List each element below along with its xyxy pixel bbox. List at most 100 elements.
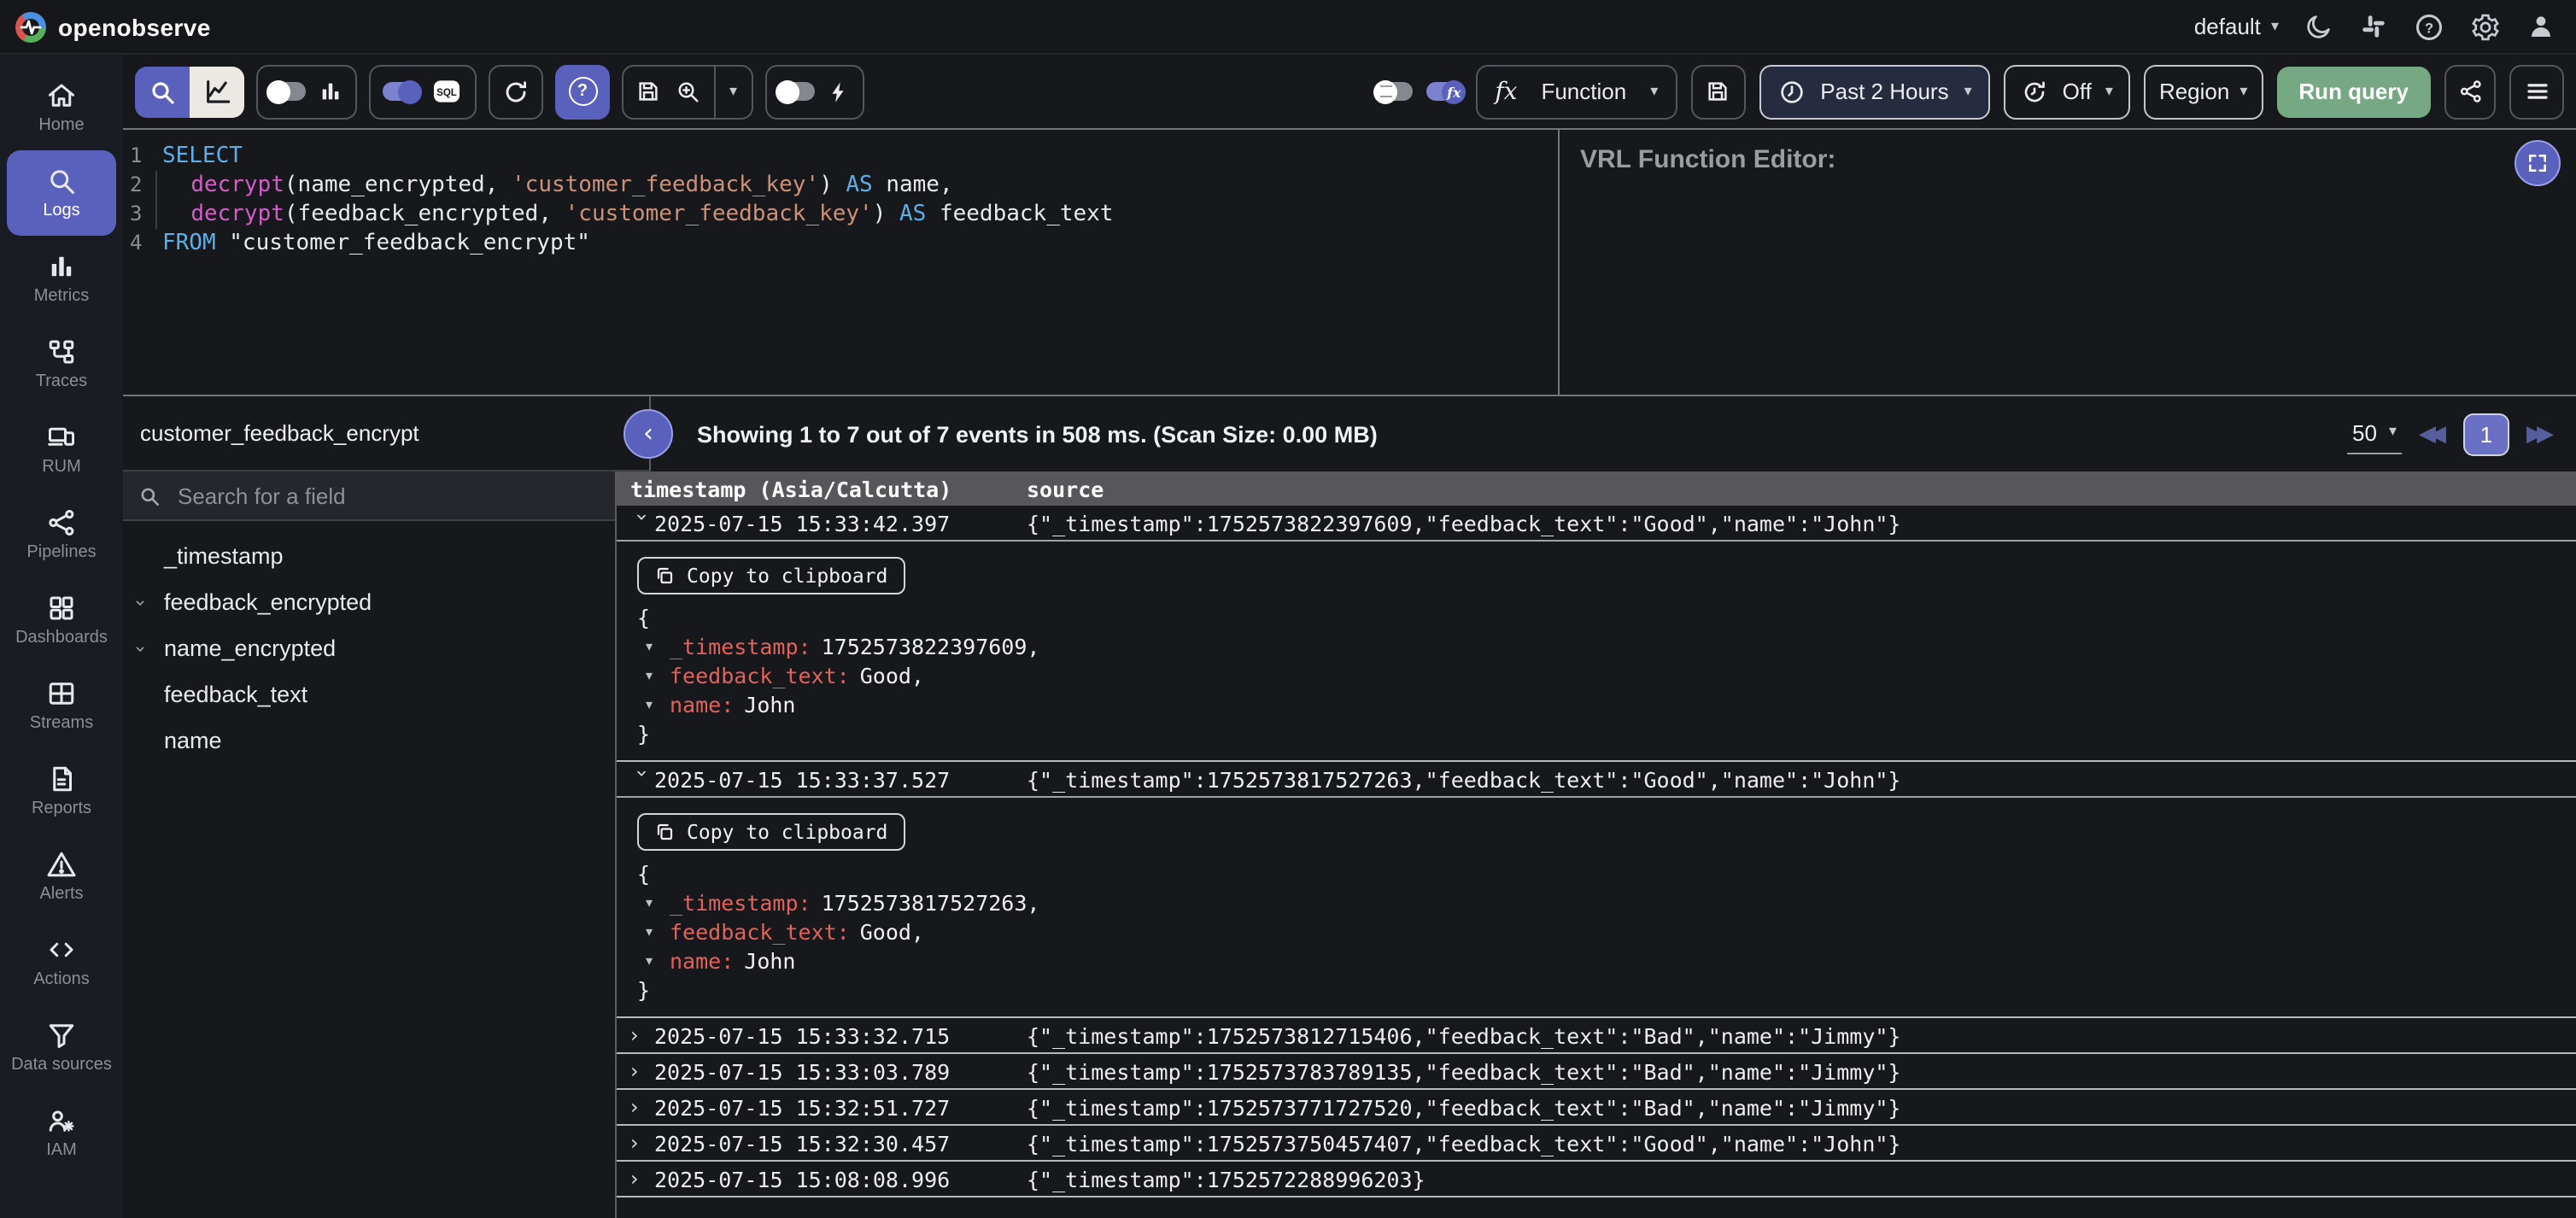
log-row[interactable]: ›2025-07-15 15:32:30.457{"_timestamp":17… [617, 1126, 2576, 1162]
log-row[interactable]: ›2025-07-15 15:33:32.715{"_timestamp":17… [617, 1018, 2576, 1054]
sidebar-item-reports[interactable]: Reports [7, 748, 116, 834]
page-size-select[interactable]: 50 ▾ [2347, 414, 2402, 454]
chevron-right-icon[interactable]: › [630, 1167, 654, 1191]
bolt-icon [826, 79, 850, 103]
field-search[interactable] [123, 471, 615, 521]
triangle-down-icon[interactable]: ▾ [646, 917, 653, 946]
user-icon[interactable] [2526, 12, 2556, 41]
moon-icon[interactable] [2304, 12, 2333, 41]
gear-icon[interactable] [2470, 11, 2501, 42]
log-row[interactable]: ›2025-07-15 15:08:08.996{"_timestamp":17… [617, 1162, 2576, 1198]
log-row[interactable]: ›2025-07-15 15:33:37.527{"_timestamp":17… [617, 762, 2576, 798]
field-item-name_encrypted[interactable]: › name_encrypted [123, 625, 615, 671]
collapse-fields-panel-button[interactable]: ‹ [624, 408, 673, 458]
run-query-button[interactable]: Run query [2276, 66, 2431, 117]
slack-icon[interactable] [2359, 12, 2388, 41]
chevron-down-icon[interactable]: › [630, 513, 654, 537]
first-page-button[interactable]: ◀◀ [2419, 421, 2446, 447]
last-page-button[interactable]: ▶▶ [2526, 421, 2554, 447]
question-icon: ? [568, 77, 597, 106]
chevron-right-icon[interactable]: › [630, 1023, 654, 1047]
sidebar-item-metrics[interactable]: Metrics [7, 236, 116, 321]
field-search-input[interactable] [174, 481, 600, 510]
search-mode-button[interactable] [135, 66, 190, 117]
sidebar: Home Logs MetricsTracesRUM Pipelines Dashboa… [0, 55, 123, 1218]
share-button[interactable] [2444, 64, 2496, 119]
reset-query-button[interactable] [489, 64, 543, 119]
triangle-down-icon[interactable]: ▾ [646, 946, 653, 975]
iam-icon [46, 1105, 77, 1136]
sql-query-editor[interactable]: 1SELECT2 decrypt(name_encrypted, 'custom… [123, 130, 1558, 395]
field-item-feedback_text[interactable]: feedback_text [123, 671, 615, 717]
sql-code-line: 4FROM "customer_feedback_encrypt" [123, 229, 1558, 258]
region-dropdown[interactable]: Region ▾ [2144, 64, 2263, 119]
log-table: timestamp (Asia/Calcutta) source ›2025-0… [617, 471, 2576, 1218]
saved-searches-group[interactable]: ▾ [622, 64, 752, 119]
copy-to-clipboard-button[interactable]: Copy to clipboard [637, 557, 905, 594]
chevron-right-icon[interactable]: › [630, 1095, 654, 1119]
vrl-expand-button[interactable] [2515, 140, 2561, 186]
sidebar-item-dashboards[interactable]: Dashboards [7, 577, 116, 663]
quick-mode-toggle-group[interactable] [764, 64, 864, 119]
auto-refresh-dropdown[interactable]: Off ▾ [2005, 64, 2130, 119]
org-selector[interactable]: default ▾ [2194, 14, 2279, 39]
triangle-down-icon[interactable]: ▾ [646, 690, 653, 719]
sidebar-item-iam[interactable]: IAM [7, 1090, 116, 1175]
histogram-toggle-group[interactable] [256, 64, 357, 119]
sidebar-item-pipelines[interactable]: Pipelines [7, 492, 116, 577]
show-query-toggle[interactable] [1377, 82, 1413, 101]
sidebar-item-traces[interactable]: Traces [7, 321, 116, 407]
sql-code-line: 2 decrypt(name_encrypted, 'customer_feed… [123, 171, 1558, 200]
save-function-button[interactable] [1690, 64, 1745, 119]
histogram-toggle[interactable] [270, 82, 306, 101]
copy-to-clipboard-button[interactable]: Copy to clipboard [637, 813, 905, 851]
visualize-mode-button[interactable] [190, 66, 244, 117]
sidebar-item-label: Logs [43, 202, 79, 220]
floppy-icon[interactable] [635, 79, 661, 104]
function-dropdown[interactable]: fx Function ▾ [1476, 64, 1677, 119]
vrl-function-panel[interactable]: VRL Function Editor: [1558, 130, 2576, 395]
sidebar-item-home[interactable]: Home [7, 65, 116, 150]
time-range-dropdown[interactable]: Past 2 Hours ▾ [1759, 64, 1990, 119]
json-key: feedback_text: [670, 919, 850, 945]
triangle-down-icon[interactable]: ▾ [646, 888, 653, 917]
log-row[interactable]: ›2025-07-15 15:33:03.789{"_timestamp":17… [617, 1054, 2576, 1090]
sidebar-item-rum[interactable]: RUM [7, 407, 116, 492]
field-name: name_encrypted [164, 635, 336, 661]
sql-mode-toggle[interactable] [383, 82, 419, 101]
menu-button[interactable] [2509, 64, 2564, 119]
field-item-_timestamp[interactable]: _timestamp [123, 533, 615, 579]
sidebar-item-label: Pipelines [26, 543, 96, 562]
json-value: Good, [860, 919, 924, 945]
quick-mode-toggle[interactable] [778, 82, 814, 101]
json-key: name: [670, 948, 734, 974]
stream-selector[interactable]: customer_feedback_encrypt ▾ ‹ [123, 396, 651, 471]
current-page-button[interactable]: 1 [2463, 413, 2509, 455]
triangle-down-icon[interactable]: ▾ [646, 661, 653, 690]
sidebar-item-data-sources[interactable]: Data sources [7, 1004, 116, 1090]
chevron-down-icon[interactable]: › [630, 770, 654, 793]
share-icon [2457, 79, 2483, 104]
sidebar-item-alerts[interactable]: Alerts [7, 834, 116, 919]
copy-icon [654, 822, 675, 842]
log-row[interactable]: ›2025-07-15 15:33:42.397{"_timestamp":17… [617, 506, 2576, 542]
vrl-editor-toggle[interactable]: fx [1426, 82, 1462, 101]
sidebar-item-actions[interactable]: Actions [7, 919, 116, 1004]
saved-search-icon[interactable] [675, 79, 700, 104]
sidebar-item-logs[interactable]: Logs [7, 150, 116, 236]
triangle-down-icon[interactable]: ▾ [646, 632, 653, 661]
field-item-feedback_encrypted[interactable]: ›feedback_encrypted [123, 579, 615, 625]
chevron-down-icon[interactable]: › [129, 645, 151, 653]
query-help-button[interactable]: ? [555, 64, 610, 119]
search-visualize-segmented[interactable] [135, 66, 244, 117]
sidebar-item-streams[interactable]: Streams [7, 663, 116, 748]
sql-mode-toggle-group[interactable]: SQL [369, 64, 477, 119]
help-circle-icon[interactable]: ? [2414, 11, 2444, 42]
field-item-name[interactable]: name [123, 717, 615, 764]
field-name: _timestamp [164, 543, 284, 569]
chevron-right-icon[interactable]: › [630, 1131, 654, 1155]
log-row[interactable]: ›2025-07-15 15:32:51.727{"_timestamp":17… [617, 1090, 2576, 1126]
chevron-right-icon[interactable]: › [630, 1059, 654, 1083]
chevron-down-icon[interactable]: › [129, 599, 151, 606]
saved-search-caret-button[interactable]: ▾ [714, 66, 751, 117]
